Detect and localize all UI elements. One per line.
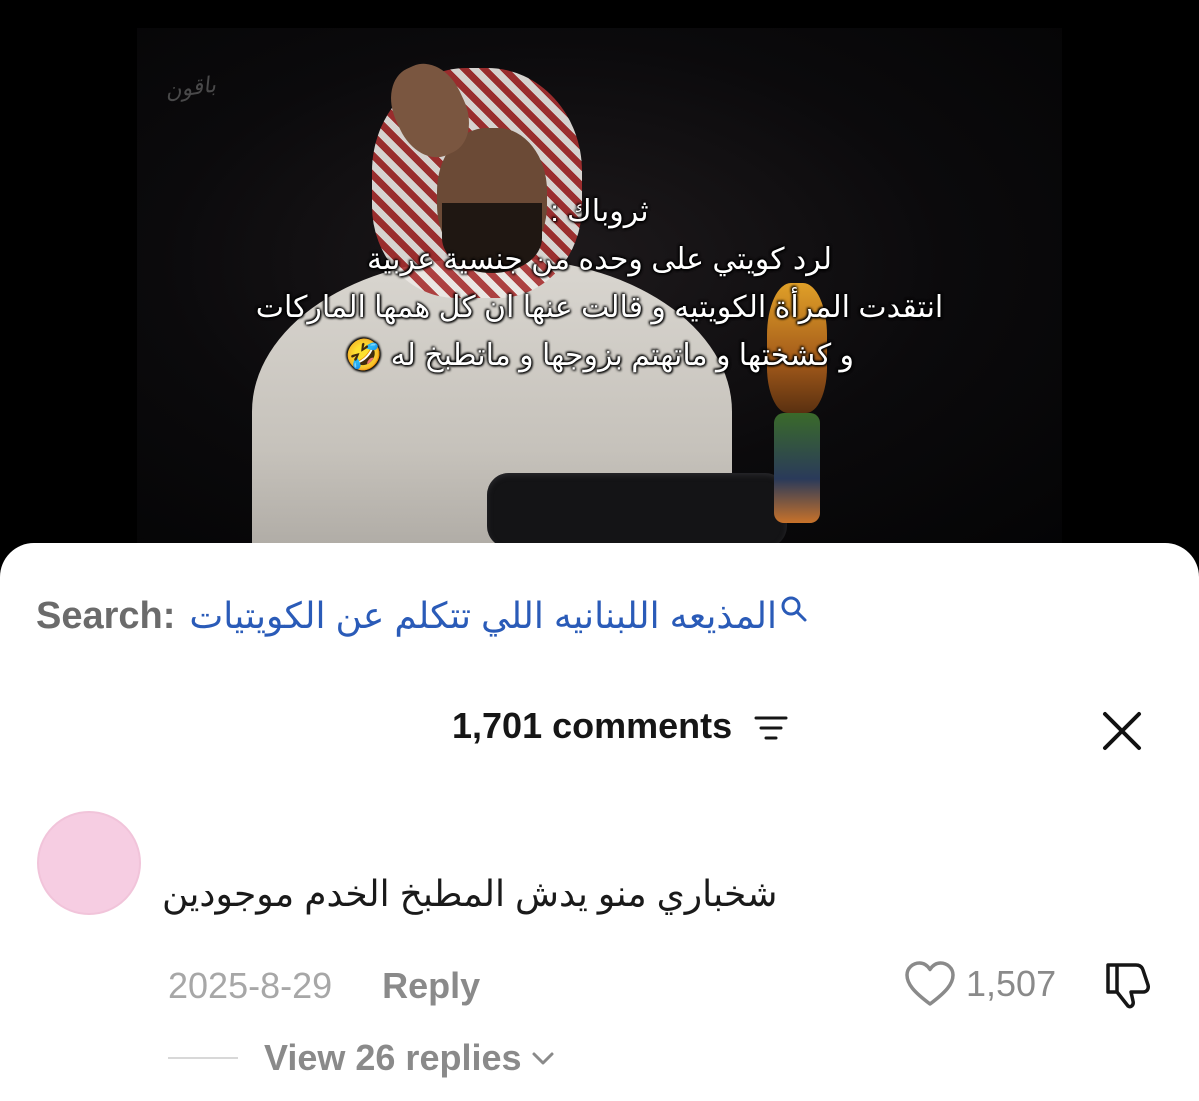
comments-sheet: Search: المذيعه اللبنانيه اللي تتكلم عن … bbox=[0, 543, 1199, 1101]
avatar[interactable] bbox=[37, 811, 141, 915]
replies-row: View 26 replies bbox=[168, 1033, 556, 1083]
comment-text: شخباري منو يدش المطبخ الخدم موجودين bbox=[162, 873, 778, 914]
comment-meta: 2025-8-29 Reply bbox=[168, 961, 480, 1011]
heart-icon bbox=[905, 961, 955, 1006]
caption-line: لرد كويتي على وحده من جنسية عربية bbox=[367, 243, 832, 276]
like-count: 1,507 bbox=[966, 963, 1057, 1004]
filter-icon[interactable] bbox=[754, 715, 788, 741]
reply-button[interactable]: Reply bbox=[382, 965, 480, 1007]
like-button[interactable]: 1,507 bbox=[904, 957, 1056, 1011]
caption-line: ثروباك : bbox=[550, 195, 649, 228]
close-button[interactable] bbox=[1098, 707, 1146, 755]
view-replies-button[interactable]: View 26 replies bbox=[264, 1037, 556, 1079]
video-frame[interactable]: باقون ثروباك : لرد كويتي على وحده من جنس… bbox=[137, 28, 1062, 548]
close-icon bbox=[1103, 712, 1141, 750]
search-icon bbox=[779, 591, 809, 622]
search-label: Search: bbox=[36, 594, 176, 637]
search-query-link[interactable]: المذيعه اللبنانيه اللي تتكلم عن الكويتيا… bbox=[189, 595, 777, 637]
comments-header: 1,701 comments bbox=[0, 701, 1199, 755]
chevron-down-icon bbox=[532, 1052, 554, 1065]
replies-divider bbox=[168, 1057, 238, 1059]
channel-watermark: باقون bbox=[163, 72, 218, 105]
video-caption: ثروباك : لرد كويتي على وحده من جنسية عرب… bbox=[137, 188, 1062, 380]
comments-count: 1,701 comments bbox=[452, 705, 733, 746]
dislike-icon[interactable] bbox=[1100, 959, 1154, 1011]
related-search[interactable]: Search: المذيعه اللبنانيه اللي تتكلم عن … bbox=[36, 591, 809, 641]
view-replies-label: View 26 replies bbox=[264, 1037, 522, 1078]
comment-date: 2025-8-29 bbox=[168, 965, 333, 1006]
desk-object bbox=[487, 473, 787, 548]
caption-line: و كشختها و ماتهتم بزوجها و ماتطبخ له 🤣 bbox=[344, 339, 855, 372]
caption-line: انتقدت المرأة الكويتيه و قالت عنها ان كل… bbox=[255, 291, 944, 324]
